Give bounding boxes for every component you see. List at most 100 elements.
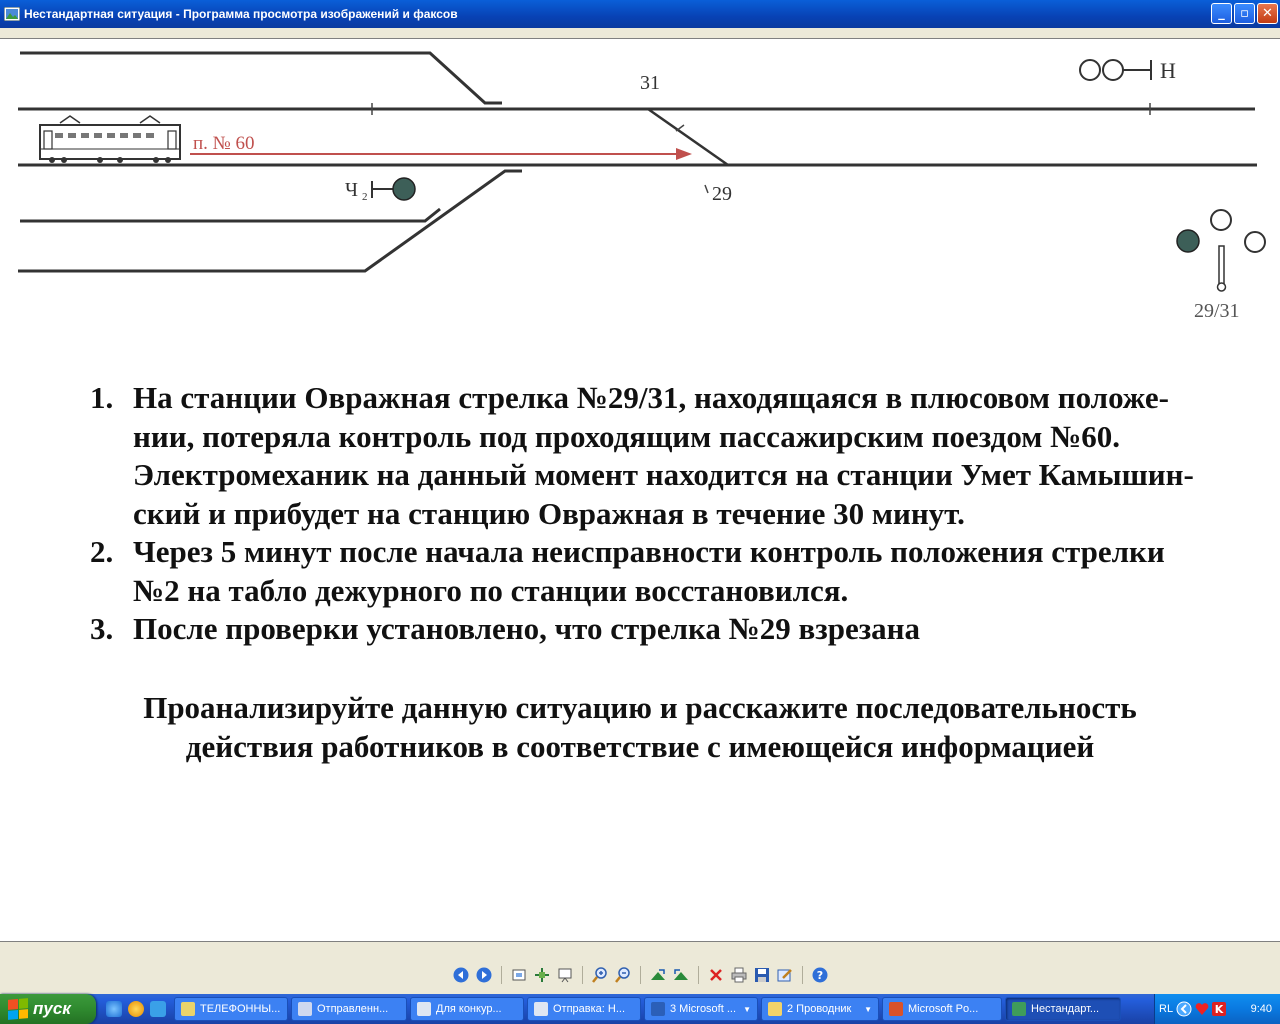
taskbar-button[interactable]: ТЕЛЕФОННЫ... (174, 997, 288, 1021)
image-viewer-icon (4, 7, 20, 21)
rotate-counterclockwise-button[interactable] (672, 966, 690, 984)
app-icon (417, 1002, 431, 1016)
taskbar-buttons: ТЕЛЕФОННЫ... Отправленн... Для конкур... От… (174, 997, 1121, 1021)
delete-button[interactable] (707, 966, 725, 984)
task-line: №2 на табло дежурного по станции восстан… (133, 572, 849, 608)
taskbar-button[interactable]: Microsoft Po... (882, 997, 1002, 1021)
desktop-icon[interactable] (150, 1001, 166, 1017)
task-item: 1. На станции Овражная стрелка №29/31, на… (80, 379, 1280, 533)
previous-icon (453, 967, 468, 983)
chevron-down-icon: ▼ (864, 1004, 872, 1014)
best-fit-button[interactable] (510, 966, 528, 984)
switch-29-31 (647, 107, 729, 167)
taskbar-button-label: Для конкур... (436, 1003, 502, 1015)
taskbar-button[interactable]: 2 Проводник ▼ (761, 997, 879, 1021)
chevron-left-icon[interactable] (1176, 1001, 1192, 1017)
close-button[interactable]: ✕ (1257, 3, 1278, 24)
print-button[interactable] (730, 966, 748, 984)
taskbar-button-label: Нестандарт... (1031, 1003, 1100, 1015)
edit-icon (777, 969, 792, 982)
app-icon (298, 1002, 312, 1016)
save-icon (754, 968, 769, 982)
task-item: 2. Через 5 минут после начала неисправнос… (80, 533, 1280, 610)
next-icon (476, 967, 491, 983)
actual-size-icon (534, 968, 549, 982)
taskbar-button-label: 2 Проводник (787, 1003, 852, 1015)
print-icon (731, 967, 746, 983)
taskbar-button[interactable]: 3 Microsoft ... ▼ (644, 997, 758, 1021)
rotate-clockwise-button[interactable] (649, 966, 667, 984)
task-line: Через 5 минут после начала неисправности… (133, 534, 1165, 569)
svg-text:29/31: 29/31 (1194, 300, 1240, 322)
train-icon (39, 115, 181, 163)
quick-launch (106, 1001, 166, 1017)
route-arrow (190, 148, 692, 160)
taskbar-button-label: Отправленн... (317, 1003, 389, 1015)
maximize-button[interactable]: ▫ (1234, 3, 1255, 24)
svg-text:Ч: Ч (345, 179, 358, 201)
signal-ch2: Ч 2 (345, 177, 416, 203)
task-line: ский и прибудет на станцию Овражная в те… (133, 495, 965, 531)
task-line: Электромеханик на данный момент находитс… (133, 457, 1194, 492)
antivirus-icon[interactable]: K (1212, 1002, 1227, 1016)
taskbar-button-label: Microsoft Po... (908, 1003, 979, 1015)
svg-text:K: K (1215, 1003, 1224, 1016)
task-number: 1. (90, 380, 114, 415)
internet-explorer-icon[interactable] (106, 1001, 122, 1017)
title-bar: Нестандартная ситуация - Программа просм… (0, 0, 1280, 28)
app-icon (889, 1002, 903, 1016)
taskbar-button[interactable]: Для конкур... (410, 997, 524, 1021)
taskbar-button[interactable]: Нестандарт... (1005, 997, 1121, 1021)
start-button[interactable]: пуск (0, 994, 96, 1024)
edit-button[interactable] (776, 966, 794, 984)
actual-size-button[interactable] (533, 966, 551, 984)
media-player-icon[interactable] (128, 1001, 144, 1017)
instruction-text: Проанализируйте данную ситуацию и расска… (0, 689, 1280, 766)
taskbar-button[interactable]: Отправленн... (291, 997, 407, 1021)
app-icon (768, 1002, 782, 1016)
windows-logo-icon (8, 998, 28, 1020)
system-tray: RL K 9:40 (1154, 994, 1280, 1024)
track-diagram: п. № 60 31 29 Ч 2 Н 29/31 (18, 51, 1266, 322)
task-line: На станции Овражная стрелка №29/31, нахо… (133, 380, 1169, 415)
clock: 9:40 (1250, 1003, 1272, 1015)
window-title: Нестандартная ситуация - Программа просм… (24, 7, 458, 21)
slideshow-button[interactable] (556, 966, 574, 984)
rotate-counterclockwise-icon (673, 969, 688, 980)
image-canvas: п. № 60 31 29 Ч 2 Н 29/31 1. На станции … (0, 38, 1280, 942)
app-icon (181, 1002, 195, 1016)
rotate-clockwise-icon (650, 969, 665, 980)
taskbar-button[interactable]: Отправка: Н... (527, 997, 641, 1021)
save-button[interactable] (753, 966, 771, 984)
track-siding-low-1 (20, 207, 441, 223)
svg-text:Н: Н (1160, 58, 1176, 83)
signal-h: Н (1079, 58, 1176, 83)
switch-29-label: 29 (712, 183, 732, 205)
task-line: нии, потеряла контроль под проходящим па… (133, 418, 1121, 454)
instruction-line-1: Проанализируйте данную ситуацию и расска… (143, 690, 1137, 725)
help-button[interactable]: ? (811, 966, 829, 984)
zoom-in-button[interactable] (591, 966, 609, 984)
delete-icon (709, 969, 722, 981)
next-image-button[interactable] (475, 966, 493, 984)
best-fit-icon (512, 969, 525, 981)
train-label: п. № 60 (193, 133, 255, 154)
chevron-down-icon: ▼ (743, 1004, 751, 1014)
svg-text:?: ? (816, 969, 822, 982)
track-siding-top (20, 51, 502, 105)
previous-image-button[interactable] (452, 966, 470, 984)
minimize-button[interactable]: _ (1211, 3, 1232, 24)
zoom-out-button[interactable] (614, 966, 632, 984)
app-icon (534, 1002, 548, 1016)
heart-icon[interactable] (1195, 1002, 1209, 1016)
taskbar-button-label: Отправка: Н... (553, 1003, 626, 1015)
switch-31-label: 31 (640, 72, 660, 94)
zoom-in-icon (591, 967, 607, 983)
slideshow-icon (558, 968, 571, 983)
app-icon (651, 1002, 665, 1016)
app-icon (1012, 1002, 1026, 1016)
svg-text:2: 2 (362, 191, 368, 203)
language-indicator[interactable]: RL (1159, 1003, 1173, 1015)
task-item: 3. После проверки установлено, что стрелк… (80, 610, 1280, 649)
viewer-toolbar: ? (0, 960, 1280, 990)
